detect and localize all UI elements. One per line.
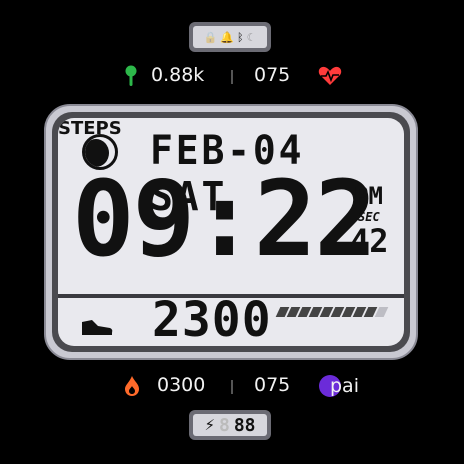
- separator: [231, 380, 233, 394]
- top-stats-row: 0.88k 075: [0, 63, 464, 89]
- pai-icon[interactable]: pai: [319, 375, 359, 397]
- moon-icon: ☾: [246, 30, 257, 44]
- separator: [231, 70, 233, 84]
- steps-count: 2300: [152, 292, 272, 346]
- distance-value: 0.88k: [151, 64, 205, 86]
- time-display: 09:22: [72, 158, 377, 280]
- seconds-display: 42: [350, 222, 389, 260]
- pai-icon-label: pai: [330, 375, 359, 397]
- heart-rate-icon[interactable]: [318, 66, 342, 86]
- bell-icon: 🔔: [220, 30, 234, 44]
- ampm-indicator: PM: [354, 182, 383, 210]
- heart-rate-value: 075: [254, 64, 291, 86]
- status-icons-chip: 🔒 🔔 ᛒ ☾: [189, 22, 271, 52]
- progress-segment: [374, 307, 389, 317]
- lock-icon: 🔒: [203, 30, 218, 44]
- bluetooth-icon: ᛒ: [236, 30, 244, 44]
- steps-progress-bar: [274, 307, 392, 317]
- battery-value: 88: [233, 414, 256, 436]
- location-pin-icon[interactable]: [124, 65, 138, 87]
- calories-flame-icon[interactable]: [124, 375, 140, 397]
- bottom-stats-row: 0300 075 pai: [0, 373, 464, 399]
- shoe-icon: [82, 320, 113, 335]
- pai-value: 075: [254, 374, 291, 396]
- lcd-screen[interactable]: FEB-04 SAT 09:22 PM SEC 42 2300 STEPS: [58, 118, 404, 346]
- battery-chip[interactable]: ⚡ 8 88: [189, 410, 271, 440]
- calories-value: 0300: [157, 374, 206, 396]
- lightning-icon: ⚡: [204, 416, 215, 434]
- lcd-frame: FEB-04 SAT 09:22 PM SEC 42 2300 STEPS: [44, 104, 418, 360]
